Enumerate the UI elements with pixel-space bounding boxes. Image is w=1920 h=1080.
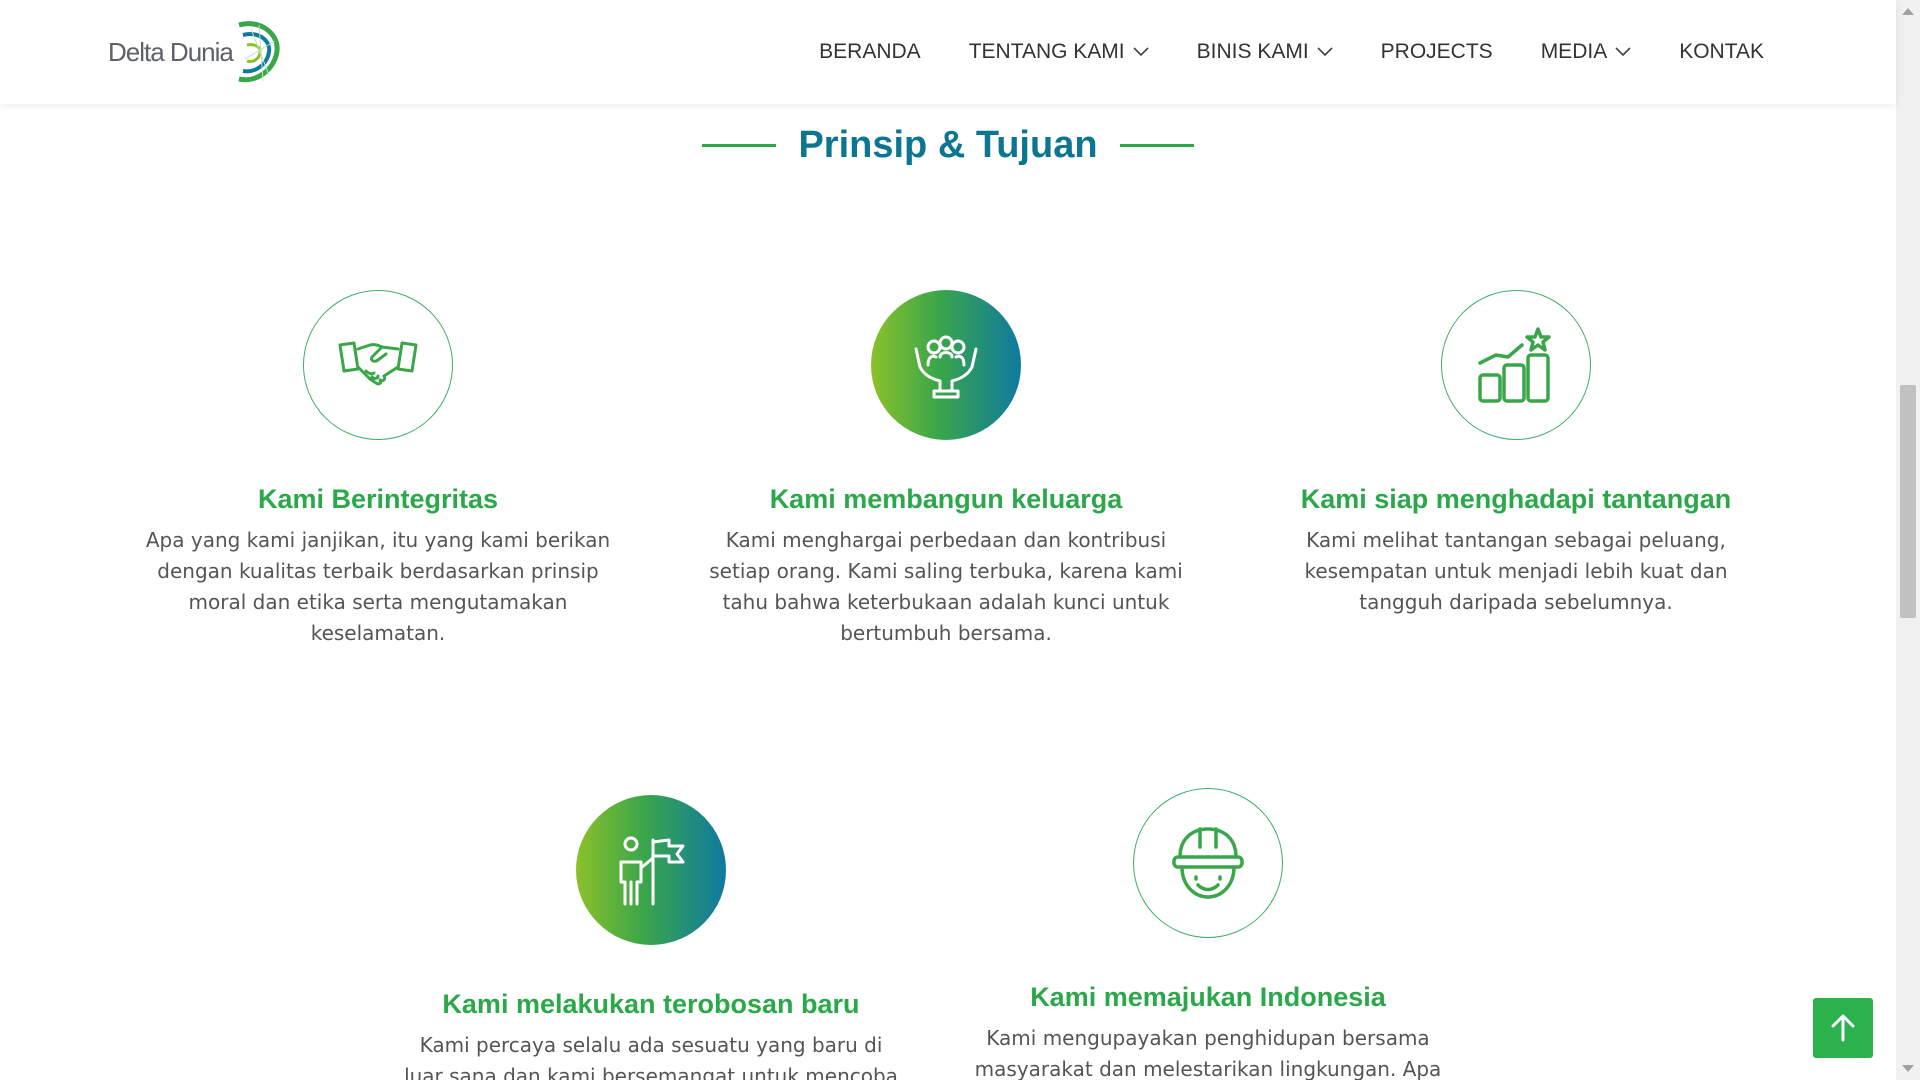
icon-circle — [871, 290, 1021, 440]
worker-helmet-icon — [1172, 827, 1244, 899]
back-to-top-button[interactable] — [1813, 998, 1873, 1058]
card-description: Kami percaya selalu ada sesuatu yang bar… — [404, 1033, 898, 1080]
icon-circle — [303, 290, 453, 440]
card-title: Kami siap menghadapi tantangan — [1300, 484, 1732, 514]
nav-label: BINIS KAMI — [1196, 40, 1309, 63]
value-card: Kami Berintegritas Apa yang kami janjika… — [118, 290, 638, 649]
card-description: Kami menghargai perbedaan dan kontribusi… — [709, 528, 1183, 645]
nav-media[interactable]: MEDIA — [1541, 40, 1632, 64]
card-title: Kami membangun keluarga — [769, 484, 1123, 514]
icon-circle — [1133, 788, 1283, 938]
card-description: Kami melihat tantangan sebagai peluang, … — [1304, 528, 1728, 614]
delta-dunia-logo[interactable]: Delta Dunia — [108, 16, 281, 88]
nav-label: MEDIA — [1540, 40, 1608, 63]
nav-label: TENTANG KAMI — [968, 40, 1125, 63]
nav-kontak[interactable]: KONTAK — [1679, 40, 1764, 64]
card-title: Kami memajukan Indonesia — [1030, 982, 1386, 1012]
growth-chart-star-icon — [1478, 327, 1551, 403]
nav-label: KONTAK — [1679, 40, 1764, 63]
site-header: Delta Dunia BERANDA TENTANG KAMI BINIS K… — [0, 0, 1896, 104]
chevron-down-icon — [1133, 47, 1149, 57]
handshake-icon — [338, 341, 418, 386]
value-card: Kami siap menghadapi tantangan Kami meli… — [1256, 290, 1776, 618]
page-scrollbar[interactable] — [1896, 0, 1920, 1080]
section-title: Prinsip & Tujuan — [798, 124, 1098, 166]
logo-text: Delta Dunia — [108, 36, 234, 67]
nav-tentang-kami[interactable]: TENTANG KAMI — [969, 40, 1149, 64]
value-card: Kami memajukan Indonesia Kami mengupayak… — [948, 788, 1468, 1080]
family-in-hands-icon — [914, 335, 978, 399]
scroll-down-arrow-icon[interactable] — [1902, 1065, 1914, 1072]
card-title: Kami melakukan terobosan baru — [442, 989, 860, 1019]
scroll-up-arrow-icon[interactable] — [1902, 8, 1914, 15]
nav-label: BERANDA — [819, 40, 921, 63]
scrollbar-thumb[interactable] — [1900, 385, 1916, 618]
title-divider-right — [1119, 144, 1194, 147]
nav-label: PROJECTS — [1380, 40, 1493, 63]
nav-beranda[interactable]: BERANDA — [819, 40, 921, 64]
chevron-down-icon — [1615, 47, 1631, 57]
logo-globe-icon — [238, 21, 280, 83]
section-heading: Prinsip & Tujuan — [0, 124, 1896, 167]
value-card: Kami melakukan terobosan baru Kami perca… — [391, 795, 911, 1080]
card-title: Kami Berintegritas — [257, 484, 499, 514]
main-nav: BERANDA TENTANG KAMI BINIS KAMI PROJECTS… — [819, 0, 1764, 104]
icon-circle — [576, 795, 726, 945]
card-description: Apa yang kami janjikan, itu yang kami be… — [145, 528, 611, 645]
nav-projects[interactable]: PROJECTS — [1381, 40, 1493, 64]
chevron-down-icon — [1317, 47, 1333, 57]
arrow-up-icon — [1831, 1014, 1855, 1042]
icon-circle — [1441, 290, 1591, 440]
nav-binis-kami[interactable]: BINIS KAMI — [1197, 40, 1333, 64]
title-divider-left — [702, 144, 777, 147]
person-with-flag-icon — [619, 836, 685, 906]
card-description: Kami mengupayakan penghidupan bersama ma… — [974, 1026, 1442, 1080]
value-card: Kami membangun keluarga Kami menghargai … — [686, 290, 1206, 649]
